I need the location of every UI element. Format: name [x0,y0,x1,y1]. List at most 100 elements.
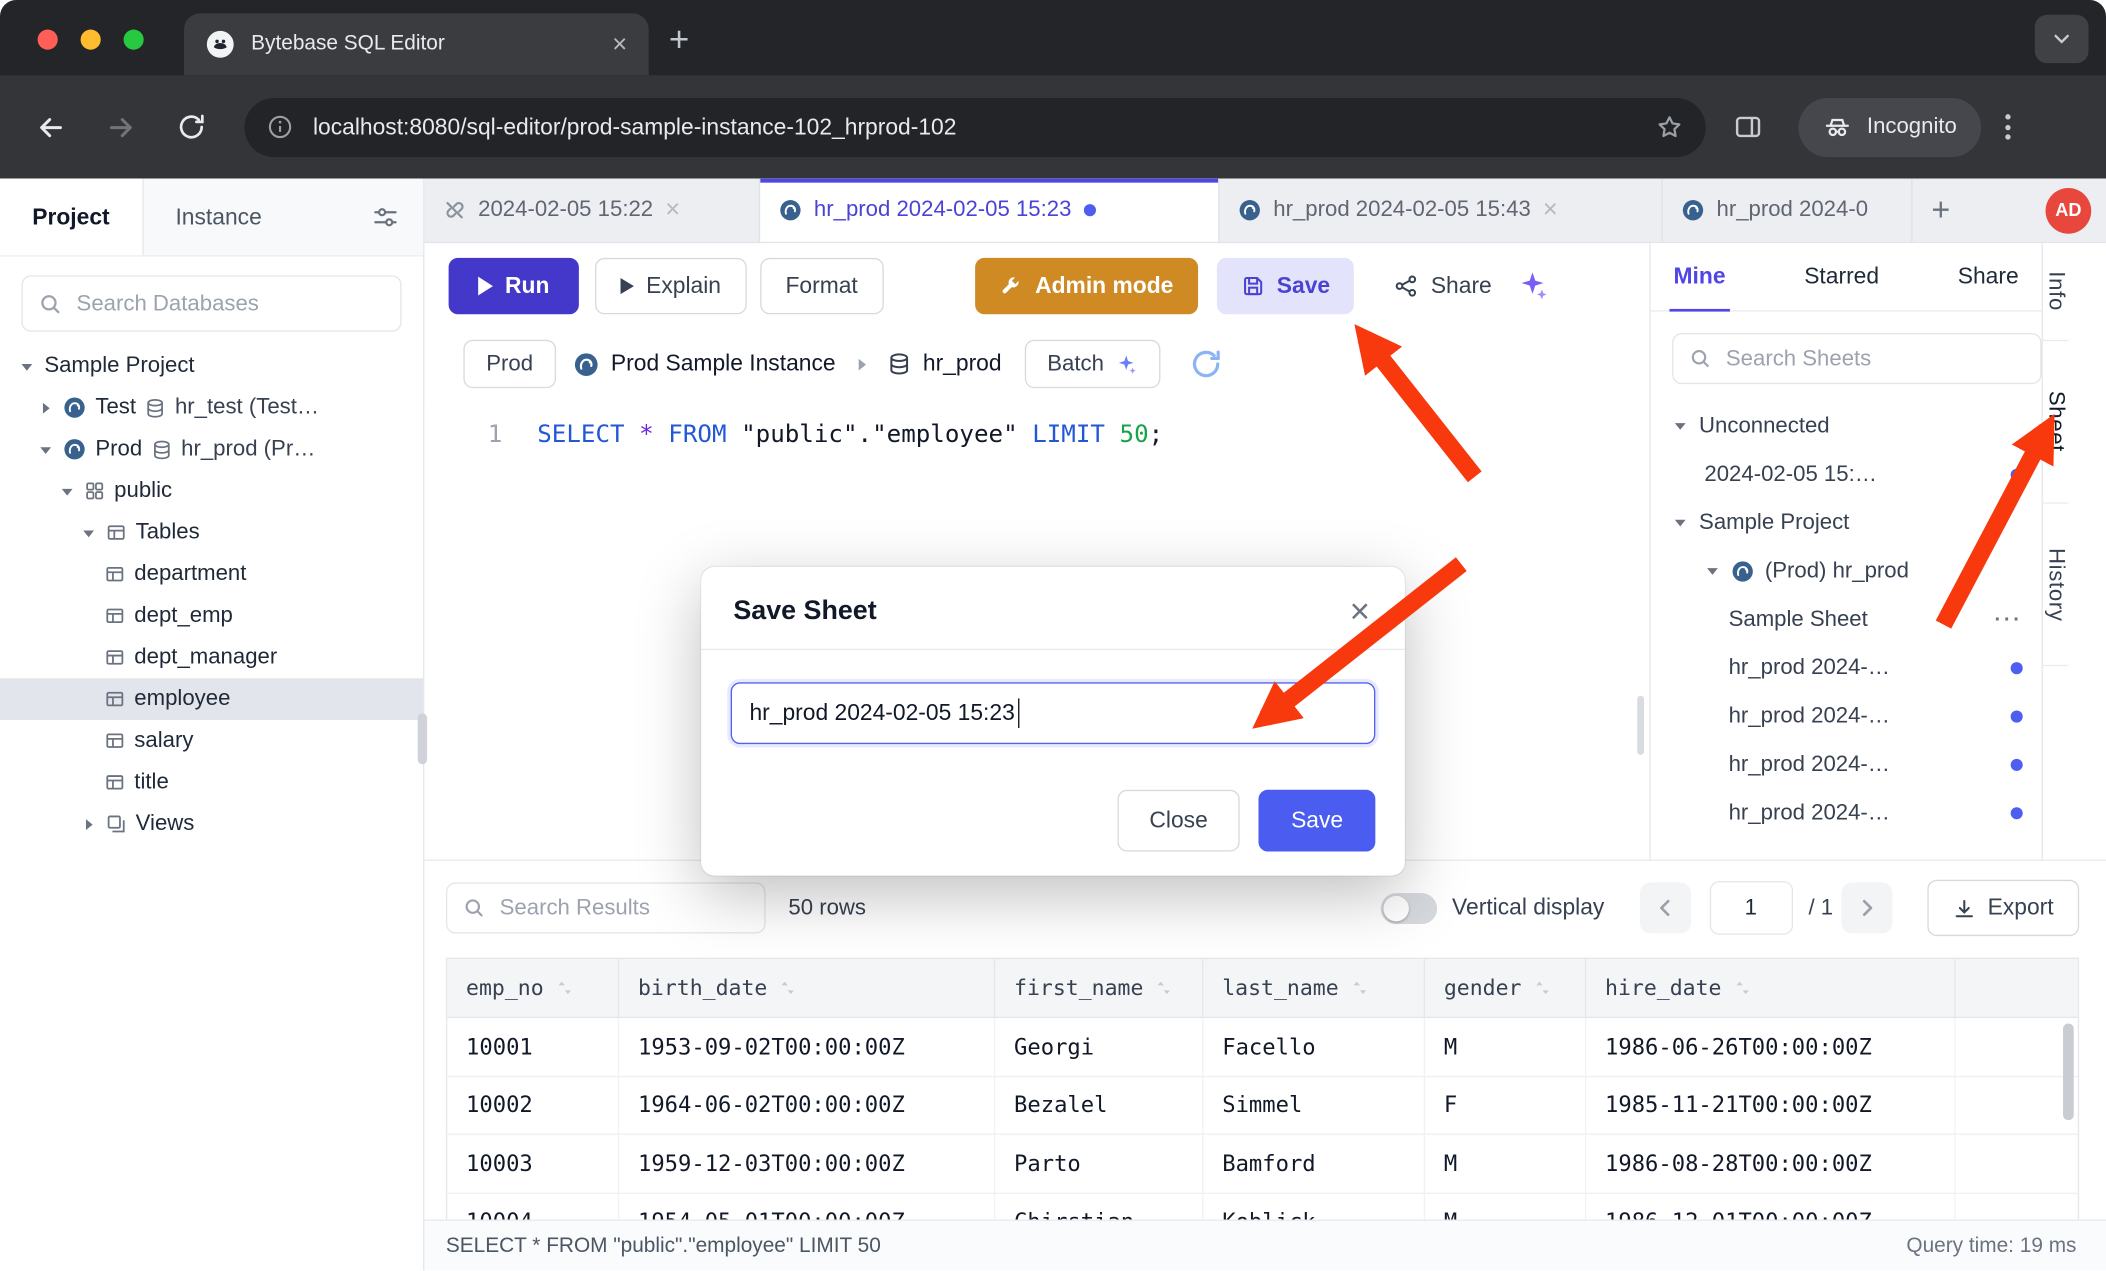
column-header-first-name[interactable]: first_name [995,959,1203,1017]
close-tab-icon[interactable]: × [665,197,680,223]
batch-button[interactable]: Batch [1024,340,1160,388]
tree-item-prod[interactable]: Prodhr_prod (Pr… [0,428,423,470]
run-button[interactable]: Run [449,258,579,314]
column-header-hire-date[interactable]: hire_date [1586,959,1955,1017]
sheet-item-hr-prod-2024[interactable]: hr_prod 2024-… [1651,692,2042,740]
rail-tab-history[interactable]: History [2043,504,2069,667]
format-button[interactable]: Format [760,258,883,314]
tree-item-views[interactable]: Views [0,803,423,845]
filter-settings-icon[interactable] [372,179,423,256]
database-search-input[interactable] [74,289,384,317]
results-search[interactable] [446,882,766,933]
results-search-input[interactable] [497,894,748,922]
pg-icon [63,438,86,461]
sheet-tab-2024-02-05-15-22[interactable]: 2024-02-05 15:22× [424,179,760,242]
explain-button[interactable]: Explain [595,258,746,314]
tab-instance[interactable]: Instance [143,179,294,256]
close-window-button[interactable] [38,30,58,50]
sheet-tab-hr-prod-2024-02-05-15-23[interactable]: hr_prod 2024-02-05 15:23 [760,179,1219,242]
column-header-emp-no[interactable]: emp_no [447,959,619,1017]
dialog-save-button[interactable]: Save [1259,790,1376,852]
save-button[interactable]: Save [1216,258,1354,314]
incognito-badge[interactable]: Incognito [1798,97,1981,156]
sheet-tab-hr-prod-2024-02-05-15-43[interactable]: hr_prod 2024-02-05 15:43× [1220,179,1663,242]
sheet-panel-tab-starred[interactable]: Starred [1804,243,1879,310]
side-panel-icon[interactable] [1733,111,1764,142]
sidebar-resize-handle[interactable] [418,713,427,764]
tree-item-dept-manager[interactable]: dept_manager [0,637,423,679]
browser-menu-icon[interactable] [2005,114,2010,140]
tree-item-sample-project[interactable]: Sample Project [0,345,423,387]
forward-button[interactable] [97,111,145,143]
tree-item-public[interactable]: public [0,470,423,512]
tab-project[interactable]: Project [0,179,143,256]
status-bar: SELECT * FROM "public"."employee" LIMIT … [424,1220,2106,1271]
ai-sparkle-icon[interactable] [1516,270,1548,302]
instance-name[interactable]: Prod Sample Instance [573,351,835,378]
grid-scrollbar[interactable] [2063,1023,2074,1120]
sheet-panel-tab-mine[interactable]: Mine [1674,243,1726,310]
table-row[interactable]: 100031959-12-03T00:00:00ZPartoBamfordM19… [447,1135,2078,1193]
close-dialog-icon[interactable]: × [1350,594,1370,629]
dialog-close-button[interactable]: Close [1117,790,1240,852]
close-tab-icon[interactable]: × [612,32,627,58]
sheet-search-input[interactable] [1723,345,2024,373]
address-bar[interactable]: localhost:8080/sql-editor/prod-sample-in… [244,97,1705,156]
table-row[interactable]: 100021964-06-02T00:00:00ZBezalelSimmelF1… [447,1077,2078,1135]
rail-tab-info[interactable]: Info [2043,243,2069,341]
environment-badge[interactable]: Prod [463,340,555,388]
tab-search-button[interactable] [2035,15,2089,63]
minimize-window-button[interactable] [81,30,101,50]
sheet-item-prod-hr-prod[interactable]: (Prod) hr_prod [1651,547,2042,595]
tree-item-tables[interactable]: Tables [0,512,423,554]
tree-item-employee[interactable]: employee [0,678,423,720]
column-header-last-name[interactable]: last_name [1203,959,1425,1017]
more-options-icon[interactable]: ··· [1995,608,2023,631]
new-browser-tab-button[interactable]: + [669,21,689,56]
avatar[interactable]: AD [2046,187,2092,233]
export-button[interactable]: Export [1927,880,2079,936]
sheet-item-hr-prod-2024[interactable]: hr_prod 2024-… [1651,788,2042,836]
admin-mode-button[interactable]: Admin mode [975,258,1198,314]
sheet-item-sample-project[interactable]: Sample Project [1651,498,2042,546]
sheet-item-hr-prod-2024[interactable]: hr_prod 2024-… [1651,643,2042,691]
table-row[interactable]: 100011953-09-02T00:00:00ZGeorgiFacelloM1… [447,1018,2078,1076]
rail-tab-sheet[interactable]: Sheet [2043,341,2069,504]
site-info-icon[interactable] [266,113,294,141]
sheet-item-sample-sheet[interactable]: Sample Sheet··· [1651,595,2042,643]
tree-item-test[interactable]: Testhr_test (Test… [0,387,423,429]
zoom-window-button[interactable] [124,30,144,50]
tree-item-dept-emp[interactable]: dept_emp [0,595,423,637]
browser-tab[interactable]: Bytebase SQL Editor × [184,13,649,75]
sheet-title-input[interactable]: hr_prod 2024-02-05 15:23 [731,682,1376,744]
vertical-display-toggle[interactable] [1381,892,1437,923]
table-icon [106,522,126,542]
sheet-search[interactable] [1672,333,2041,384]
sheet-item-hr-prod-2024[interactable]: hr_prod 2024-… [1651,740,2042,788]
column-header-gender[interactable]: gender [1425,959,1586,1017]
tree-item-title[interactable]: title [0,762,423,804]
bookmark-star-icon[interactable] [1655,112,1685,142]
close-tab-icon[interactable]: × [1543,197,1558,223]
refresh-icon[interactable] [1189,347,1224,382]
back-button[interactable] [27,111,75,143]
tree-item-department[interactable]: department [0,553,423,595]
cell-filler [1956,1077,2078,1134]
prev-page-button[interactable] [1639,882,1690,933]
sheet-item-unconnected[interactable]: Unconnected [1651,402,2042,450]
sheet-item-2024-02-05-15[interactable]: 2024-02-05 15:… [1651,450,2042,498]
sql-token: ; [1149,420,1164,448]
database-name[interactable]: hr_prod [888,351,1002,378]
sheet-panel-tab-share[interactable]: Share [1958,243,2019,310]
tree-item-salary[interactable]: salary [0,720,423,762]
panel-resize-handle[interactable] [1637,696,1644,755]
new-sheet-tab-button[interactable]: + [1913,179,1969,242]
sheet-tab-hr-prod-2024-0[interactable]: hr_prod 2024-0 [1663,179,1913,242]
database-search[interactable] [21,275,401,331]
table-row[interactable]: 100041954-05-01T00:00:00ZChirstianKoblic… [447,1193,2078,1221]
reload-button[interactable] [167,111,215,142]
column-header-birth-date[interactable]: birth_date [619,959,995,1017]
next-page-button[interactable] [1841,882,1892,933]
share-button[interactable]: Share [1381,258,1505,314]
page-number-input[interactable]: 1 [1709,881,1792,935]
